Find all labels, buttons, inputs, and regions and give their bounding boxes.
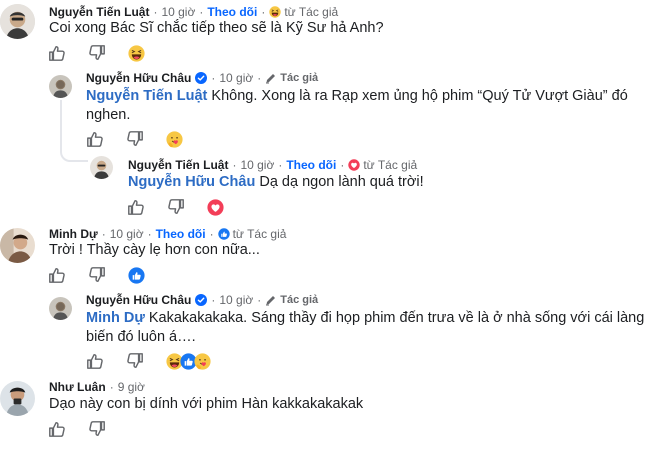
follow-button[interactable]: Theo dõi (207, 5, 257, 19)
like-reaction-icon (128, 267, 145, 284)
like-icon (218, 228, 230, 240)
love-reaction-icon (207, 199, 224, 216)
comment-time[interactable]: 10 giờ (219, 71, 253, 85)
care-reaction-icon (194, 353, 211, 370)
comment-author[interactable]: Minh Dự (49, 227, 98, 241)
comment-author[interactable]: Nguyễn Hữu Châu (86, 71, 191, 85)
comment-time[interactable]: 10 giờ (240, 158, 274, 172)
dislike-icon[interactable] (167, 198, 185, 216)
like-icon[interactable] (48, 266, 66, 284)
like-icon[interactable] (127, 198, 145, 216)
separator-dot: · (211, 293, 216, 307)
comment-meta: Nguyễn Tiến Luật · 10 giờ · Theo dõi · t… (49, 5, 338, 19)
separator-dot: · (257, 293, 262, 307)
comment-meta: Như Luân · 9 giờ (49, 380, 145, 394)
comment-time[interactable]: 9 giờ (118, 380, 145, 394)
dislike-icon[interactable] (126, 130, 144, 148)
separator-dot: · (211, 71, 216, 85)
author-tag: Tác giả (265, 72, 318, 84)
author-reaction-badge: từ Tác giả (348, 158, 417, 172)
reaction-summary[interactable] (128, 45, 145, 62)
avatar[interactable] (49, 75, 72, 98)
comment-author[interactable]: Như Luân (49, 380, 106, 394)
comment-text-content: Kakakakakaka. Sáng thầy đi họp phim đến … (86, 310, 645, 345)
comment-author[interactable]: Nguyễn Hữu Châu (86, 293, 191, 307)
comment-time[interactable]: 10 giờ (161, 5, 195, 19)
avatar[interactable] (90, 156, 113, 179)
reaction-summary[interactable] (128, 267, 145, 284)
comment-meta: Minh Dự · 10 giờ · Theo dõi · từ Tác giả (49, 227, 286, 241)
comment-actions (48, 44, 145, 62)
comment-text-content: Dạ dạ ngon lành quá trời! (259, 174, 424, 190)
separator-dot: · (199, 5, 204, 19)
verified-badge-icon (195, 72, 207, 84)
comment-text: Nguyễn Tiến Luật Không. Xong là ra Rạp x… (86, 87, 646, 125)
like-icon[interactable] (48, 420, 66, 438)
author-reaction-badge: từ Tác giả (269, 5, 338, 19)
haha-reaction-icon (128, 45, 145, 62)
separator-dot: · (340, 158, 345, 172)
dislike-icon[interactable] (88, 420, 106, 438)
separator-dot: · (209, 227, 214, 241)
reaction-summary[interactable] (166, 353, 211, 370)
dislike-icon[interactable] (126, 352, 144, 370)
separator-dot: · (109, 380, 114, 394)
avatar[interactable] (0, 381, 35, 416)
follow-button[interactable]: Theo dõi (156, 227, 206, 241)
like-icon[interactable] (48, 44, 66, 62)
comment-meta: Nguyễn Hữu Châu · 10 giờ · Tác giả (86, 293, 318, 307)
pen-icon (265, 72, 277, 84)
comment-actions (127, 198, 224, 216)
comment-time[interactable]: 10 giờ (219, 293, 253, 307)
comment-text: Trời ! Thầy cày lẹ hơn con nữa... (49, 242, 260, 258)
separator-dot: · (257, 71, 262, 85)
heart-icon (348, 159, 360, 171)
laugh-icon (269, 6, 281, 18)
comment-author[interactable]: Nguyễn Tiến Luật (128, 158, 228, 172)
thread-connector (60, 100, 88, 162)
reaction-summary[interactable] (207, 199, 224, 216)
comment-actions (86, 352, 211, 370)
like-icon[interactable] (86, 130, 104, 148)
author-tag-label: Tác giả (280, 294, 319, 306)
separator-dot: · (261, 5, 266, 19)
mention-link[interactable]: Nguyễn Tiến Luật (86, 88, 207, 104)
comment-actions (48, 420, 106, 438)
separator-dot: · (278, 158, 283, 172)
separator-dot: · (232, 158, 237, 172)
comment-meta: Nguyễn Hữu Châu · 10 giờ · Tác giả (86, 71, 318, 85)
dislike-icon[interactable] (88, 266, 106, 284)
care-reaction-icon (166, 131, 183, 148)
verified-badge-icon (195, 294, 207, 306)
dislike-icon[interactable] (88, 44, 106, 62)
author-tag-label: Tác giả (280, 72, 319, 84)
comment-text: Dạo này con bị dính với phim Hàn kakkaka… (49, 396, 364, 412)
comment-time[interactable]: 10 giờ (110, 227, 144, 241)
comment-text: Coi xong Bác Sĩ chắc tiếp theo sẽ là Kỹ … (49, 20, 384, 36)
badge-label: từ Tác giả (232, 227, 287, 241)
avatar[interactable] (49, 297, 72, 320)
author-tag: Tác giả (265, 294, 318, 306)
separator-dot: · (101, 227, 106, 241)
mention-link[interactable]: Minh Dự (86, 310, 145, 326)
avatar[interactable] (0, 4, 35, 39)
like-icon[interactable] (86, 352, 104, 370)
comment-text: Nguyễn Hữu Châu Dạ dạ ngon lành quá trời… (128, 173, 648, 192)
pen-icon (265, 294, 277, 306)
badge-label: từ Tác giả (363, 158, 418, 172)
avatar[interactable] (0, 228, 35, 263)
comment-text: Minh Dự Kakakakakaka. Sáng thầy đi họp p… (86, 309, 646, 347)
comment-actions (48, 266, 145, 284)
comment-meta: Nguyễn Tiến Luật · 10 giờ · Theo dõi · t… (128, 158, 417, 172)
reaction-summary[interactable] (166, 131, 183, 148)
comment-actions (86, 130, 183, 148)
comment-author[interactable]: Nguyễn Tiến Luật (49, 5, 149, 19)
badge-label: từ Tác giả (284, 5, 339, 19)
follow-button[interactable]: Theo dõi (286, 158, 336, 172)
author-reaction-badge: từ Tác giả (218, 227, 287, 241)
mention-link[interactable]: Nguyễn Hữu Châu (128, 174, 255, 190)
separator-dot: · (153, 5, 158, 19)
separator-dot: · (147, 227, 152, 241)
